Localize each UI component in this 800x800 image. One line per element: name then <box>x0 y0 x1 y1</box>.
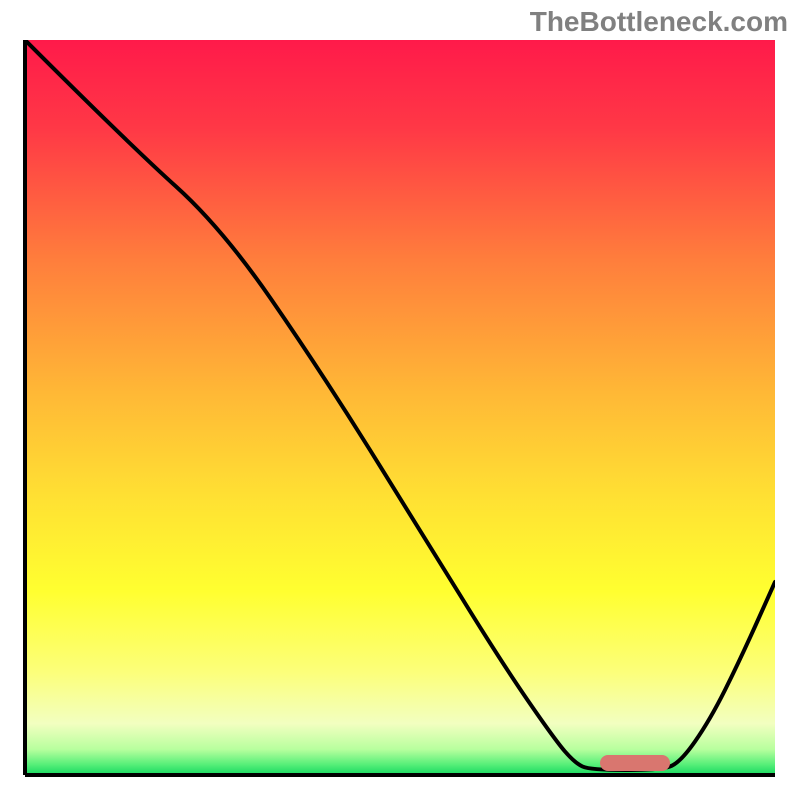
chart-container: TheBottleneck.com <box>0 0 800 800</box>
optimal-range-marker <box>600 755 670 771</box>
bottleneck-chart <box>0 0 800 800</box>
watermark-text: TheBottleneck.com <box>530 6 788 38</box>
